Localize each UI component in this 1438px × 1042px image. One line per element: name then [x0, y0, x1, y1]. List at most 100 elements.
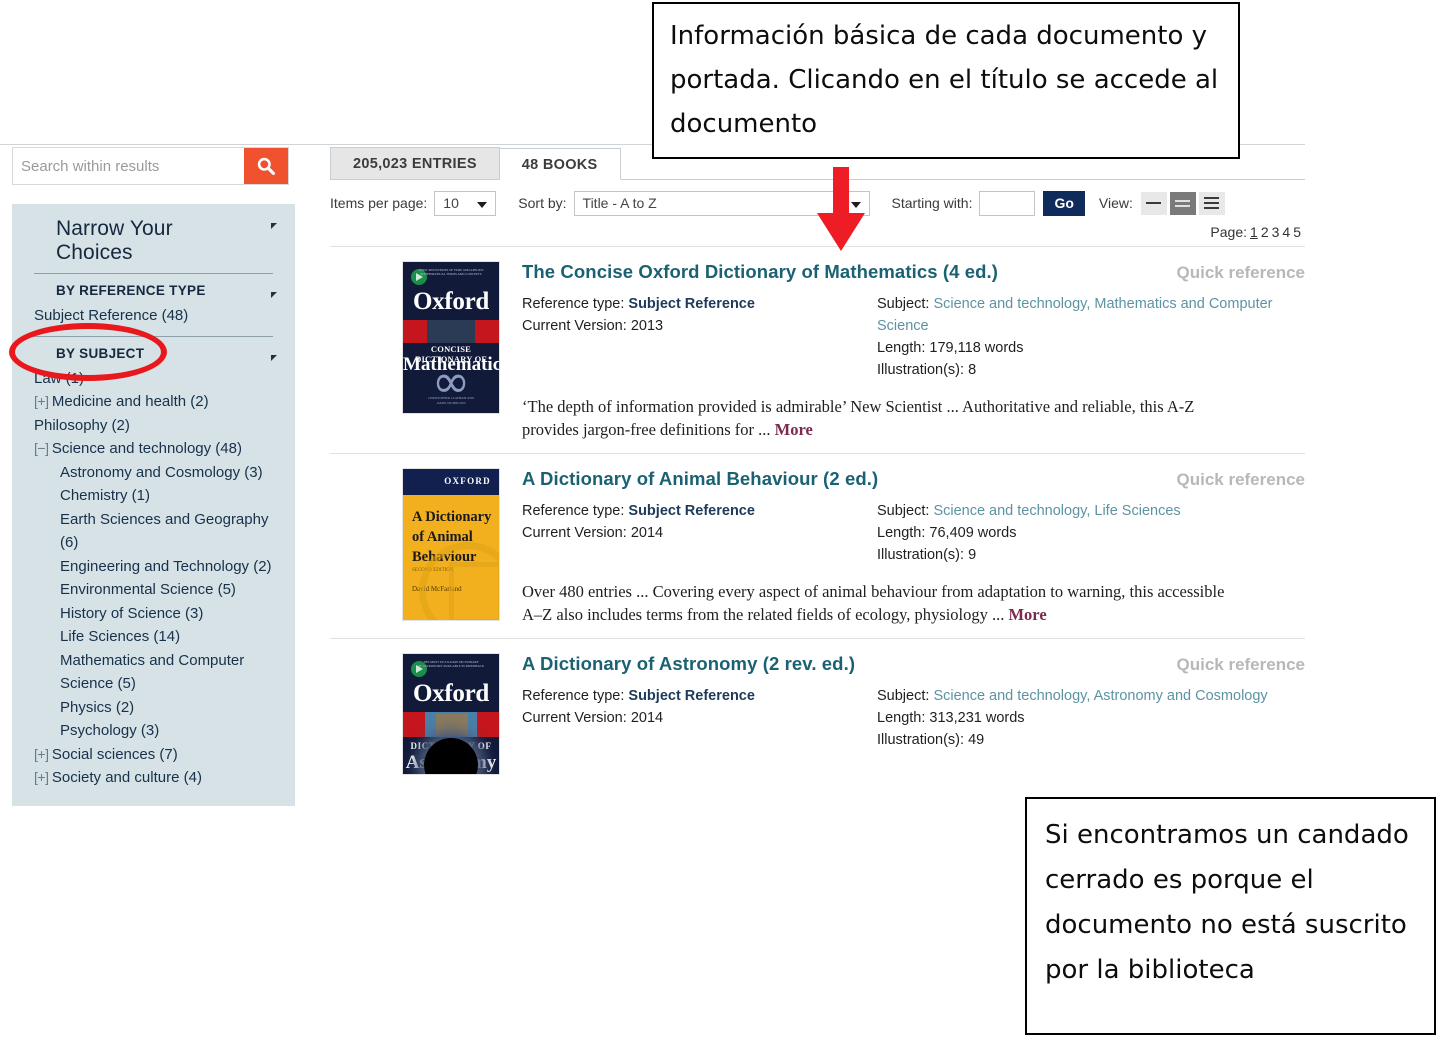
result-title-link[interactable]: A Dictionary of Animal Behaviour (2 ed.) — [522, 468, 878, 490]
facet-panel-header[interactable]: Narrow Your Choices — [12, 214, 295, 265]
facet-item-label[interactable]: Psychology (3) — [60, 722, 159, 739]
pagination-page-2[interactable]: 2 — [1261, 224, 1269, 240]
items-per-page-select[interactable]: 10 — [434, 190, 497, 216]
facet-item[interactable]: Environmental Science (5) — [12, 578, 295, 602]
current-version-label: Current Version: — [522, 318, 627, 334]
cover-art-mathematics: OVER 3000 ENTRIES OF PURE AND APPLIED MAT… — [403, 268, 500, 408]
facet-item[interactable]: Physics (2) — [12, 696, 295, 720]
facet-item-label[interactable]: Engineering and Technology (2) — [60, 558, 272, 575]
items-per-page-label: Items per page: — [330, 195, 428, 211]
collapse-icon[interactable]: [−] — [34, 440, 52, 456]
result-title-link[interactable]: The Concise Oxford Dictionary of Mathema… — [522, 261, 998, 283]
length-line: Length: 313,231 words — [877, 707, 1305, 729]
result-blurb-text: Over 480 entries ... Covering every aspe… — [522, 582, 1225, 624]
facet-item-label[interactable]: Mathematics and Computer Science (5) — [60, 652, 244, 693]
facet-item[interactable]: Engineering and Technology (2) — [12, 555, 295, 579]
facet-item-label[interactable]: Society and culture (4) — [52, 769, 202, 786]
facet-list-subject: Law (1) [+] Medicine and health (2) Philos… — [12, 367, 295, 790]
search-button[interactable] — [244, 148, 288, 184]
narrow-your-choices-panel: Narrow Your Choices BY REFERENCE TYPE Su… — [12, 204, 295, 806]
metadata-left-column: Reference type: Subject Reference Curren… — [522, 500, 877, 566]
tab-books[interactable]: 48 BOOKS — [498, 148, 621, 180]
facet-item-label[interactable]: Medicine and health (2) — [52, 393, 209, 410]
line-icon — [1204, 207, 1220, 209]
annotation-red-arrow-icon — [817, 167, 865, 251]
view-label: View: — [1098, 195, 1133, 211]
book-cover-thumbnail[interactable]: OVER 3000 ENTRIES OF PURE AND APPLIED MAT… — [402, 261, 500, 414]
pagination-page-1[interactable]: 1 — [1250, 224, 1258, 240]
subject-label: Subject: — [877, 296, 930, 312]
starting-with-input[interactable] — [979, 190, 1036, 216]
facet-item[interactable]: Earth Sciences and Geography (6) — [12, 508, 295, 555]
facet-item-label[interactable]: Physics (2) — [60, 699, 134, 716]
facet-group-label: BY REFERENCE TYPE — [56, 283, 206, 298]
facet-item-label[interactable]: Social sciences (7) — [52, 746, 178, 763]
go-button[interactable]: Go — [1043, 190, 1085, 216]
pagination-page-3[interactable]: 3 — [1272, 224, 1280, 240]
tab-entries[interactable]: 205,023 ENTRIES — [330, 147, 500, 179]
more-link[interactable]: More — [775, 420, 813, 439]
facet-list-reference-type: Subject Reference (48) — [12, 304, 295, 328]
metadata-right-column: Subject: Science and technology, Life Sc… — [877, 500, 1305, 566]
facet-group-reference-type-header[interactable]: BY REFERENCE TYPE — [12, 283, 295, 298]
facet-panel-title: Narrow Your Choices — [56, 217, 173, 264]
illustrations-value: 49 — [968, 732, 985, 748]
facet-item[interactable]: [+] Social sciences (7) — [12, 743, 295, 767]
facet-item[interactable]: Psychology (3) — [12, 719, 295, 743]
reference-type-label: Reference type: — [522, 688, 625, 704]
facet-item-label[interactable]: History of Science (3) — [60, 605, 203, 622]
facet-item-label[interactable]: Philosophy (2) — [34, 417, 130, 434]
view-full-button[interactable] — [1198, 191, 1225, 215]
view-detailed-button[interactable] — [1169, 191, 1196, 215]
facet-item[interactable]: History of Science (3) — [12, 602, 295, 626]
starting-with-label: Starting with: — [891, 195, 973, 211]
result-title-row: A Dictionary of Animal Behaviour (2 ed.)… — [522, 468, 1305, 490]
current-version-line: Current Version: 2014 — [522, 522, 877, 544]
book-cover-thumbnail[interactable]: THE MOST UP-TO-DATE DICTIONARY OF ASTRONO… — [402, 653, 500, 775]
facet-item-label[interactable]: Subject Reference (48) — [34, 307, 188, 324]
result-blurb: Over 480 entries ... Covering every aspe… — [522, 580, 1232, 626]
facet-item[interactable]: Life Sciences (14) — [12, 625, 295, 649]
facet-item[interactable]: Astronomy and Cosmology (3) — [12, 461, 295, 485]
facet-item[interactable]: [−] Science and technology (48) — [12, 437, 295, 461]
length-label: Length: — [877, 710, 926, 726]
search-input[interactable] — [13, 148, 244, 184]
facet-item[interactable]: [+] Society and culture (4) — [12, 766, 295, 790]
result-details: A Dictionary of Animal Behaviour (2 ed.)… — [522, 468, 1305, 626]
current-version-label: Current Version: — [522, 710, 627, 726]
subject-value-link[interactable]: Science and technology, Mathematics and … — [877, 296, 1273, 334]
reference-type-label: Reference type: — [522, 503, 625, 519]
facet-item[interactable]: Mathematics and Computer Science (5) — [12, 649, 295, 696]
subject-value-link[interactable]: Science and technology, Astronomy and Co… — [933, 688, 1267, 704]
facet-item-label[interactable]: Environmental Science (5) — [60, 581, 236, 598]
facet-item-label[interactable]: Science and technology (48) — [52, 440, 242, 457]
chevron-down-icon — [271, 354, 277, 361]
sidebar: Narrow Your Choices BY REFERENCE TYPE Su… — [0, 146, 296, 806]
view-brief-button[interactable] — [1140, 191, 1167, 215]
facet-item-label[interactable]: Earth Sciences and Geography (6) — [60, 511, 268, 552]
pagination-page-4[interactable]: 4 — [1282, 224, 1290, 240]
facet-item-label[interactable]: Life Sciences (14) — [60, 628, 180, 645]
book-cover-thumbnail[interactable]: OXFORD A Dictionary of Animal Behaviour SE… — [402, 468, 500, 621]
expand-icon[interactable]: [+] — [34, 393, 52, 409]
facet-item-label[interactable]: Chemistry (1) — [60, 487, 150, 504]
cover-art-animal-behaviour: OXFORD A Dictionary of Animal Behaviour SE… — [403, 469, 499, 620]
chevron-down-icon — [271, 292, 277, 298]
annotation-red-ellipse — [9, 323, 167, 381]
result-title-link[interactable]: A Dictionary of Astronomy (2 rev. ed.) — [522, 653, 855, 675]
facet-item[interactable]: Chemistry (1) — [12, 484, 295, 508]
pagination-page-5[interactable]: 5 — [1293, 224, 1301, 240]
facet-item-label[interactable]: Astronomy and Cosmology (3) — [60, 464, 263, 481]
subject-value-link[interactable]: Science and technology, Life Sciences — [933, 503, 1180, 519]
expand-icon[interactable]: [+] — [34, 769, 52, 785]
facet-item[interactable]: Philosophy (2) — [12, 414, 295, 438]
sort-by-value: Title - A to Z — [582, 195, 657, 211]
result-row: OVER 3000 ENTRIES OF PURE AND APPLIED MAT… — [330, 246, 1305, 453]
expand-icon[interactable]: [+] — [34, 746, 52, 762]
more-link[interactable]: More — [1008, 605, 1046, 624]
facet-item[interactable]: Subject Reference (48) — [12, 304, 295, 328]
result-details: A Dictionary of Astronomy (2 rev. ed.) Q… — [522, 653, 1305, 775]
facet-item[interactable]: [+] Medicine and health (2) — [12, 390, 295, 414]
current-version-line: Current Version: 2013 — [522, 315, 877, 337]
current-version-value: 2014 — [630, 525, 664, 541]
